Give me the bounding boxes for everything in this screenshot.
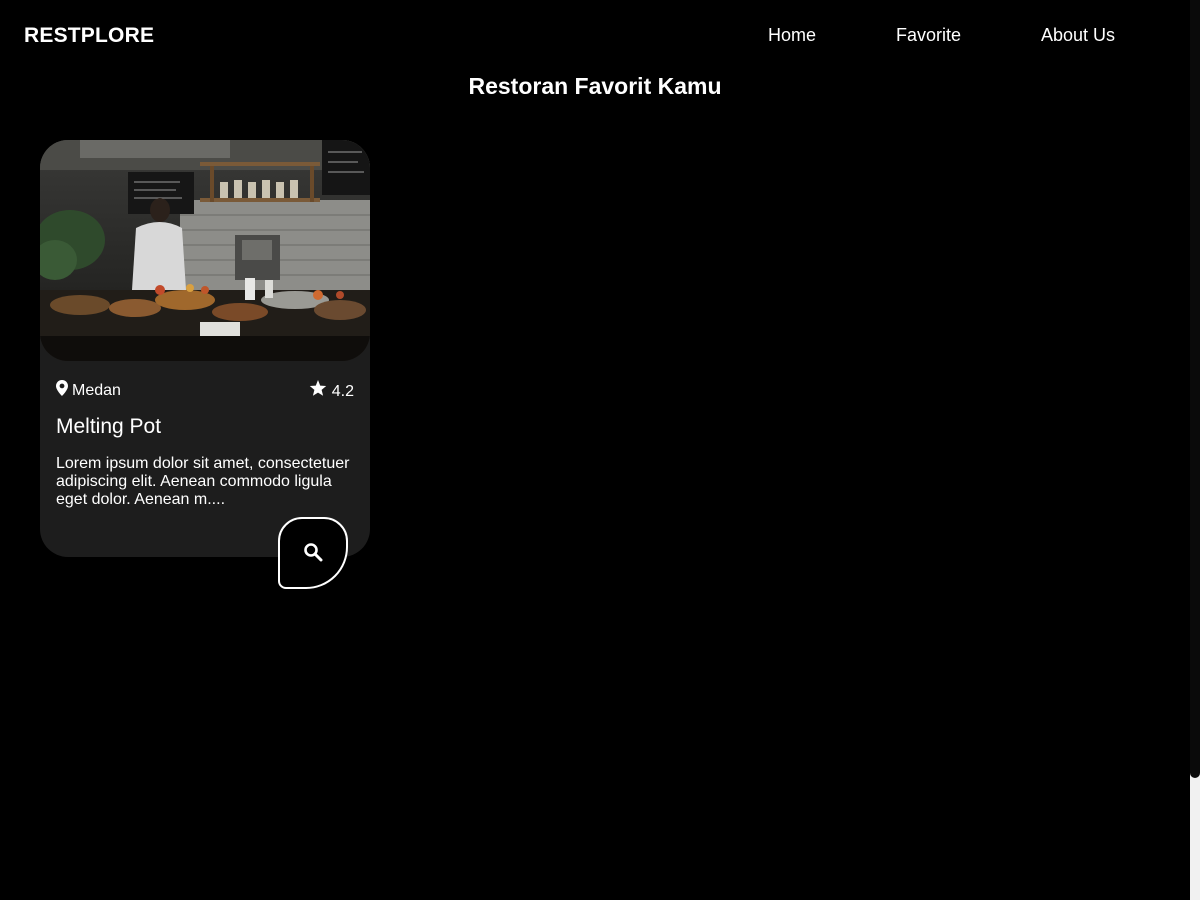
restaurant-image — [40, 140, 370, 361]
nav-link-home[interactable]: Home — [768, 24, 816, 46]
city-label: Medan — [72, 382, 121, 399]
vertical-scrollbar[interactable] — [1190, 0, 1200, 900]
nav-link-favorite[interactable]: Favorite — [896, 24, 961, 46]
restaurant-card: Medan 4.2 Melting Pot Lorem ipsum dolor … — [40, 140, 370, 557]
page-title: Restoran Favorit Kamu — [468, 73, 722, 99]
app-bar: RESTPLORE Home Favorite About Us — [0, 0, 1190, 70]
brand-logo[interactable]: RESTPLORE — [24, 24, 154, 48]
scrollbar-thumb[interactable] — [1190, 0, 1200, 778]
page: RESTPLORE Home Favorite About Us Restora… — [0, 0, 1190, 900]
nav-link-about-us[interactable]: About Us — [1041, 24, 1115, 46]
star-icon — [309, 380, 327, 403]
rating-value: 4.2 — [331, 382, 354, 400]
restaurant-rating: 4.2 — [309, 380, 354, 403]
search-icon — [303, 542, 323, 565]
map-pin-icon — [56, 380, 68, 402]
restaurant-description: Lorem ipsum dolor sit amet, consectetuer… — [56, 455, 350, 508]
restaurant-city: Medan — [56, 380, 121, 402]
view-detail-button[interactable] — [278, 517, 348, 589]
restaurant-name[interactable]: Melting Pot — [56, 414, 161, 440]
